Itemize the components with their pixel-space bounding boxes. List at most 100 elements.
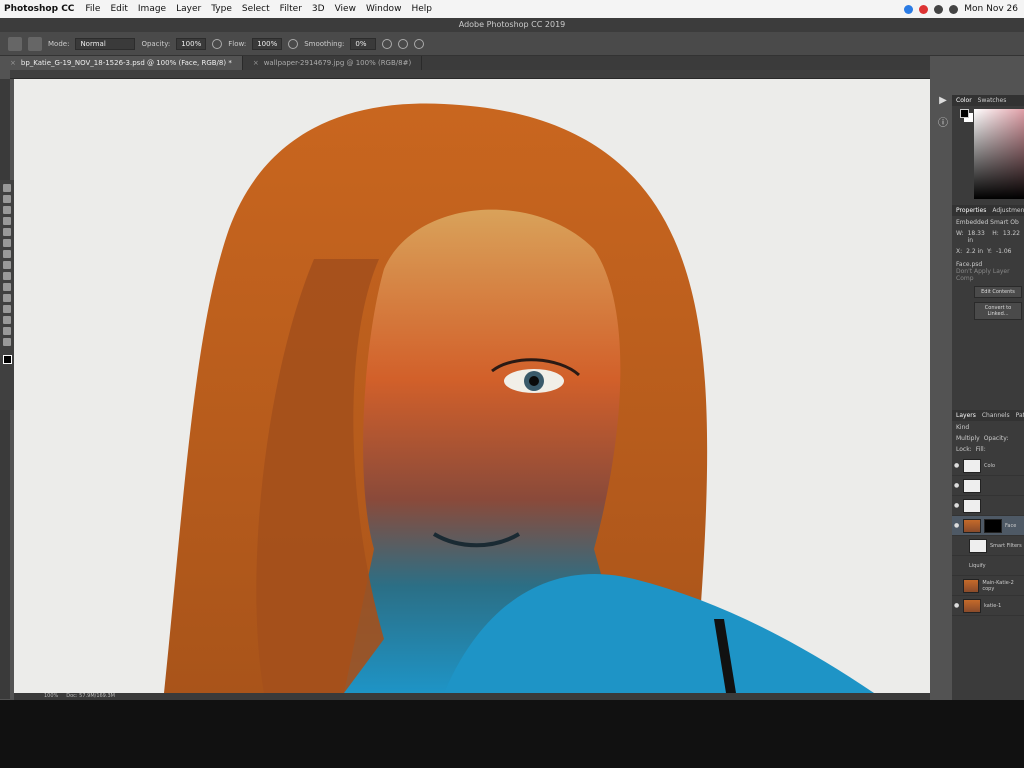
status-icons: Mon Nov 26 xyxy=(904,4,1024,14)
source-file-label: Face.psd xyxy=(956,261,983,268)
info-icon[interactable]: ⓘ xyxy=(938,114,948,129)
menu-layer[interactable]: Layer xyxy=(171,4,206,14)
battery-icon[interactable] xyxy=(949,4,959,14)
layer-row[interactable]: Main-Katie-2 copy xyxy=(952,576,1024,596)
gradient-tool-icon[interactable] xyxy=(3,294,11,302)
y-field[interactable]: -1.06 xyxy=(996,248,1012,255)
close-icon[interactable]: × xyxy=(253,59,259,67)
brush-tool-icon[interactable] xyxy=(3,261,11,269)
eyedropper-tool-icon[interactable] xyxy=(3,239,11,247)
menu-select[interactable]: Select xyxy=(237,4,275,14)
tab-properties[interactable]: Properties xyxy=(956,205,986,216)
lasso-tool-icon[interactable] xyxy=(3,206,11,214)
wifi-icon[interactable] xyxy=(934,4,944,14)
menu-3d[interactable]: 3D xyxy=(307,4,330,14)
flow-field[interactable]: 100% xyxy=(252,37,283,50)
menu-view[interactable]: View xyxy=(330,4,361,14)
w-field[interactable]: 18.33 in xyxy=(968,230,989,244)
gear-icon[interactable] xyxy=(382,38,393,49)
healing-tool-icon[interactable] xyxy=(3,250,11,258)
opacity-label: Opacity: xyxy=(983,435,1009,442)
menu-edit[interactable]: Edit xyxy=(105,4,132,14)
tab-layers[interactable]: Layers xyxy=(956,410,976,421)
tab-katie-psd[interactable]: × bp_Katie_G-19_NOV_18-1526-3.psd @ 100% … xyxy=(0,56,243,70)
pressure-size-icon[interactable] xyxy=(398,38,409,49)
layer-row-selected[interactable]: ● Face xyxy=(952,516,1024,536)
tab-swatches[interactable]: Swatches xyxy=(978,95,1007,106)
lock-label: Lock: xyxy=(956,446,972,453)
filter-row[interactable]: Liquify xyxy=(952,556,1024,576)
properties-panel-tabs: Properties Adjustments xyxy=(952,205,1024,216)
layer-thumbnail xyxy=(969,538,987,553)
pressure-opacity-icon[interactable] xyxy=(212,38,223,49)
w-label: W: xyxy=(956,230,964,237)
tab-color[interactable]: Color xyxy=(956,95,972,106)
foreground-color-swatch[interactable] xyxy=(2,355,12,364)
layer-row[interactable]: ● Colo xyxy=(952,456,1024,476)
convert-to-linked-button[interactable]: Convert to Linked... xyxy=(974,302,1022,320)
eye-icon[interactable]: ● xyxy=(954,462,960,469)
dropbox-icon[interactable] xyxy=(904,4,914,14)
quick-select-tool-icon[interactable] xyxy=(3,217,11,225)
brush-tool-icon[interactable] xyxy=(8,36,22,51)
smart-filters-row[interactable]: Smart Filters xyxy=(952,536,1024,556)
doc-size-readout[interactable]: Doc: 57.9M/169.3M xyxy=(66,693,115,699)
document-tabs: × bp_Katie_G-19_NOV_18-1526-3.psd @ 100% … xyxy=(0,56,930,70)
layer-row[interactable]: ● xyxy=(952,496,1024,516)
tab-paths[interactable]: Paths xyxy=(1016,410,1024,421)
smart-object-label: Embedded Smart Ob xyxy=(956,219,1019,226)
opacity-field[interactable]: 100% xyxy=(176,37,207,50)
tab-label: bp_Katie_G-19_NOV_18-1526-3.psd @ 100% (… xyxy=(20,59,232,67)
type-tool-icon[interactable] xyxy=(3,316,11,324)
brush-preset-icon[interactable] xyxy=(28,36,42,51)
marquee-tool-icon[interactable] xyxy=(3,195,11,203)
menu-image[interactable]: Image xyxy=(133,4,171,14)
tools-panel xyxy=(0,180,14,410)
mode-label: Mode: xyxy=(48,39,70,48)
foreground-swatch[interactable] xyxy=(960,109,969,118)
blend-mode-select[interactable]: Multiply xyxy=(956,435,980,442)
x-field[interactable]: 2.2 in xyxy=(966,248,983,255)
zoom-tool-icon[interactable] xyxy=(3,338,11,346)
layer-row[interactable]: ● katie-1 xyxy=(952,596,1024,616)
menu-file[interactable]: File xyxy=(80,4,105,14)
play-icon[interactable]: ▶ xyxy=(939,95,947,106)
menu-window[interactable]: Window xyxy=(361,4,407,14)
eye-icon[interactable]: ● xyxy=(954,522,960,529)
smoothing-field[interactable]: 0% xyxy=(350,37,377,50)
color-picker-field[interactable] xyxy=(974,109,1024,199)
app-menu[interactable]: Photoshop CC xyxy=(0,4,80,14)
eye-icon[interactable]: ● xyxy=(954,502,960,509)
menu-help[interactable]: Help xyxy=(406,4,437,14)
edit-contents-button[interactable]: Edit Contents xyxy=(974,286,1022,298)
symmetry-icon[interactable] xyxy=(414,38,425,49)
kind-filter[interactable]: Kind xyxy=(956,424,1020,431)
h-label: H: xyxy=(992,230,999,237)
tab-adjustments[interactable]: Adjustments xyxy=(992,205,1024,216)
airbrush-icon[interactable] xyxy=(288,38,299,49)
layer-name: Main-Katie-2 copy xyxy=(982,579,1014,592)
move-tool-icon[interactable] xyxy=(3,184,11,192)
color-panel-tabs: Color Swatches xyxy=(952,95,1024,106)
mac-menubar: Photoshop CC File Edit Image Layer Type … xyxy=(0,0,1024,18)
menu-filter[interactable]: Filter xyxy=(275,4,307,14)
eye-icon[interactable]: ● xyxy=(954,482,960,489)
mode-select[interactable]: Normal xyxy=(75,37,136,50)
zoom-readout[interactable]: 100% xyxy=(44,693,58,699)
h-field[interactable]: 13.22 xyxy=(1003,230,1020,244)
close-icon[interactable]: × xyxy=(10,59,16,67)
creative-cloud-icon[interactable] xyxy=(919,4,929,14)
document-canvas[interactable] xyxy=(14,79,930,693)
eye-icon[interactable]: ● xyxy=(954,602,960,609)
menubar-clock[interactable]: Mon Nov 26 xyxy=(964,4,1018,14)
tab-channels[interactable]: Channels xyxy=(982,410,1010,421)
hand-tool-icon[interactable] xyxy=(3,327,11,335)
menu-type[interactable]: Type xyxy=(206,4,237,14)
pen-tool-icon[interactable] xyxy=(3,305,11,313)
eraser-tool-icon[interactable] xyxy=(3,283,11,291)
clone-tool-icon[interactable] xyxy=(3,272,11,280)
crop-tool-icon[interactable] xyxy=(3,228,11,236)
layer-comp-select[interactable]: Don't Apply Layer Comp xyxy=(956,268,1020,282)
layer-row[interactable]: ● xyxy=(952,476,1024,496)
tab-wallpaper[interactable]: × wallpaper-2914679.jpg @ 100% (RGB/8#) xyxy=(243,56,423,70)
